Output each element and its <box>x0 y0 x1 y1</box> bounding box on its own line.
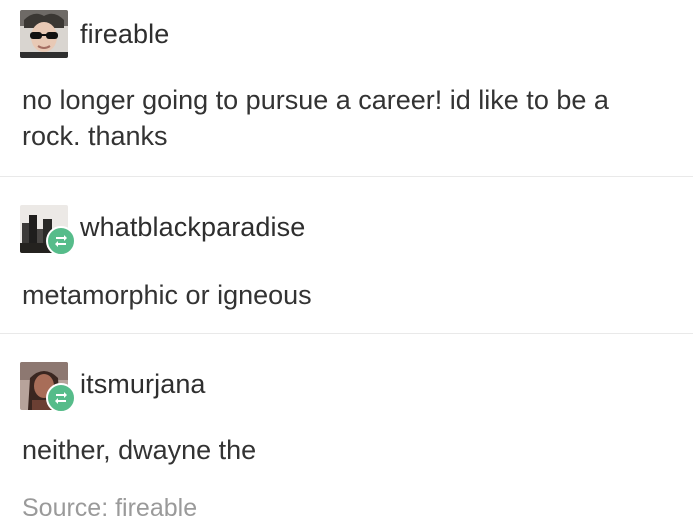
post-text-whatblackparadise: metamorphic or igneous <box>22 280 312 310</box>
post-whatblackparadise: whatblackparadise metamorphic or igneous <box>0 177 693 333</box>
username-fireable[interactable]: fireable <box>80 19 169 50</box>
sunglasses-portrait-icon <box>20 10 68 58</box>
post-itsmurjana: itsmurjana neither, dwayne the Source: f… <box>0 334 693 531</box>
reblog-icon <box>55 235 67 247</box>
reblog-icon <box>55 392 67 404</box>
reblog-badge <box>46 383 76 413</box>
username-whatblackparadise[interactable]: whatblackparadise <box>80 212 305 243</box>
post-text-fireable: no longer going to pursue a career! id l… <box>22 85 609 151</box>
reblog-badge <box>46 226 76 256</box>
source-link[interactable]: Source: fireable <box>22 494 197 523</box>
avatar-fireable[interactable] <box>20 10 68 58</box>
username-itsmurjana[interactable]: itsmurjana <box>80 369 206 400</box>
post-text-itsmurjana: neither, dwayne the <box>22 435 257 465</box>
post-fireable: fireable no longer going to pursue a car… <box>0 0 693 176</box>
